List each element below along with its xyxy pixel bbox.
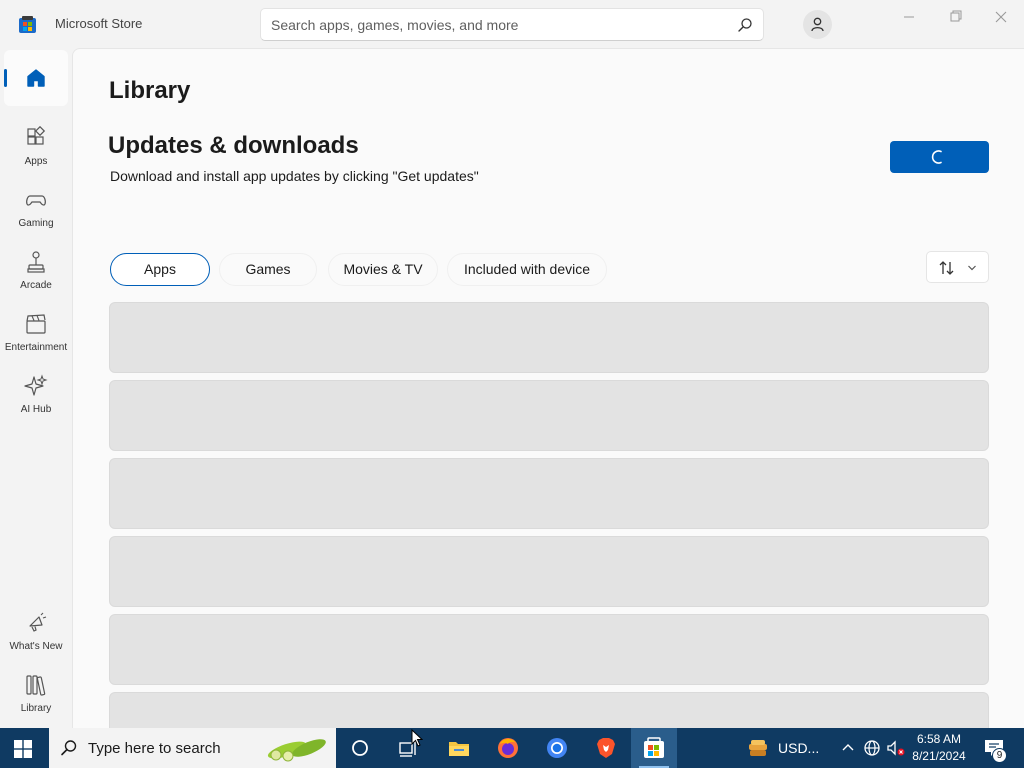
filter-tab-apps[interactable]: Apps [110, 253, 210, 286]
sidebar-item-label: Arcade [20, 280, 52, 291]
app-title: Microsoft Store [55, 16, 143, 31]
volume-muted-icon[interactable] [884, 736, 908, 760]
filter-tab-included-with-device[interactable]: Included with device [447, 253, 607, 286]
clapperboard-icon [26, 314, 46, 334]
sidebar-item-whats-new[interactable]: What's New [0, 605, 72, 663]
gamepad-icon [26, 195, 46, 206]
store-icon [644, 737, 664, 758]
filter-tab-games[interactable]: Games [219, 253, 317, 286]
sidebar-item-label: Gaming [18, 218, 54, 229]
sidebar-item-label: Apps [24, 156, 48, 167]
sidebar-item-library[interactable]: Library [0, 667, 72, 725]
cortana-icon[interactable] [348, 736, 372, 760]
active-indicator [4, 69, 7, 87]
sidebar-item-label: Library [20, 703, 52, 714]
cucumber-illustration-icon [267, 739, 326, 762]
search-input[interactable] [271, 9, 731, 40]
sidebar-item-ai-hub[interactable]: AI Hub [0, 368, 72, 426]
get-updates-button[interactable] [890, 141, 989, 173]
megaphone-icon [29, 612, 47, 632]
page-title: Library [109, 77, 191, 104]
search-box[interactable] [260, 8, 764, 41]
filter-tab-movies-tv[interactable]: Movies & TV [328, 253, 438, 286]
taskbar-search-box[interactable]: Type here to search [49, 728, 336, 768]
chevron-up-icon[interactable] [836, 736, 860, 760]
clock-time[interactable]: 6:58 AM [916, 732, 962, 746]
chevron-down-icon [968, 265, 976, 271]
section-subtitle: Download and install app updates by clic… [110, 168, 479, 184]
taskbar-store-button[interactable] [631, 728, 677, 768]
taskbar: Type here to search USD... 6:58 AM 8/21/… [0, 728, 1024, 768]
search-icon [61, 740, 77, 756]
loading-placeholder-row [109, 380, 989, 451]
sidebar-item-label: What's New [9, 641, 63, 652]
profile-button[interactable] [803, 10, 832, 39]
notification-count-badge: 9 [992, 748, 1007, 763]
loading-placeholder-row [109, 614, 989, 685]
sidebar-item-entertainment[interactable]: Entertainment [0, 306, 72, 364]
network-globe-icon[interactable] [860, 736, 884, 760]
windows-start-icon[interactable] [14, 740, 32, 758]
weather-text[interactable]: USD... [778, 740, 819, 756]
mouse-cursor-icon [411, 729, 423, 747]
firefox-icon[interactable] [496, 736, 520, 760]
clock-date[interactable]: 8/21/2024 [911, 749, 967, 763]
joystick-icon [27, 251, 45, 273]
restore-icon[interactable] [943, 8, 967, 26]
loading-placeholder-row [109, 692, 989, 728]
search-icon[interactable] [737, 17, 753, 33]
minimize-icon[interactable] [897, 8, 921, 26]
loading-spinner-icon [931, 150, 942, 164]
store-logo-icon [19, 16, 36, 33]
title-bar: Microsoft Store [0, 0, 1024, 48]
sidebar-item-label: Entertainment [4, 342, 68, 353]
sidebar-item-gaming[interactable]: Gaming [0, 182, 72, 240]
sidebar-item-home[interactable] [4, 50, 68, 106]
main-content: Library Updates & downloads Download and… [72, 48, 1024, 728]
sidebar-item-arcade[interactable]: Arcade [0, 244, 72, 302]
apps-icon [27, 126, 46, 145]
user-icon [811, 17, 824, 32]
taskbar-search-text: Type here to search [88, 740, 221, 757]
loading-placeholder-row [109, 536, 989, 607]
chrome-icon[interactable] [545, 736, 569, 760]
sparkle-icon [24, 374, 48, 396]
brave-icon[interactable] [594, 736, 618, 760]
home-icon [27, 69, 45, 87]
library-icon [26, 675, 46, 696]
loading-placeholder-row [109, 458, 989, 529]
file-explorer-icon[interactable] [447, 736, 471, 760]
weather-icon[interactable] [746, 736, 770, 760]
sidebar-item-apps[interactable]: Apps [0, 120, 72, 178]
sort-button[interactable] [926, 251, 989, 283]
loading-placeholder-row [109, 302, 989, 373]
sidebar: Apps Gaming Arcade Entertainment AI Hub [0, 48, 72, 728]
sidebar-item-label: AI Hub [20, 404, 52, 415]
sort-icon [939, 261, 954, 275]
close-icon[interactable] [989, 8, 1013, 26]
section-title: Updates & downloads [108, 132, 359, 159]
